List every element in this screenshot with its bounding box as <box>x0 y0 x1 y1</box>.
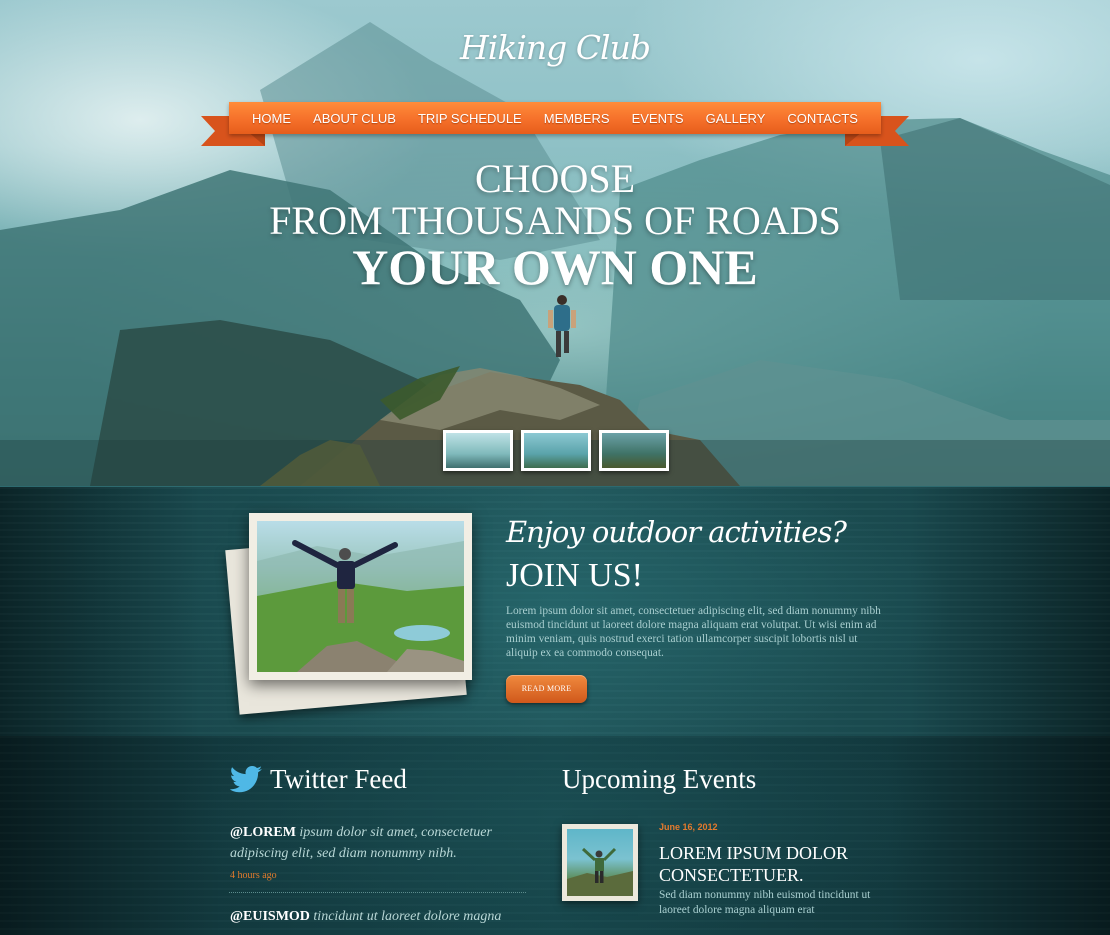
read-more-button[interactable]: READ MORE <box>506 675 587 703</box>
join-description: Lorem ipsum dolor sit amet, consectetuer… <box>506 605 881 659</box>
slider-thumbnails <box>443 430 669 471</box>
nav-item-events[interactable]: EVENTS <box>632 111 684 126</box>
upcoming-events-heading: Upcoming Events <box>562 764 757 794</box>
event-date: June 16, 2012 <box>659 822 718 832</box>
nav-item-about-club[interactable]: ABOUT CLUB <box>313 111 396 126</box>
nav-item-contacts[interactable]: CONTACTS <box>787 111 858 126</box>
join-tagline: Enjoy outdoor activities? <box>506 515 847 549</box>
tweet-1: @LOREM ipsum dolor sit amet, consectetue… <box>230 822 520 864</box>
join-title: JOIN US! <box>506 557 643 594</box>
hiker-on-summit-image <box>257 521 464 672</box>
nav-item-gallery[interactable]: GALLERY <box>706 111 766 126</box>
hero-headline-line-1: CHOOSE <box>474 156 636 201</box>
event-hiker-image <box>567 829 633 896</box>
twitter-feed-heading: Twitter Feed <box>270 764 407 794</box>
slider-thumbnail-3[interactable] <box>599 430 669 471</box>
tweet-divider <box>229 892 526 893</box>
tweet-1-handle[interactable]: @LOREM <box>230 825 296 840</box>
nav-item-home[interactable]: HOME <box>252 111 291 126</box>
slider-thumbnail-1[interactable] <box>443 430 513 471</box>
hero-headline-line-3: YOUR OWN ONE <box>352 239 758 295</box>
tweet-2: @EUISMOD tincidunt ut laoreet dolore mag… <box>230 906 520 927</box>
event-description: Sed diam nonummy nibh euismod tincidunt … <box>659 889 871 916</box>
tweet-2-text: tincidunt ut laoreet dolore magna <box>313 909 502 924</box>
slider-thumbnail-2[interactable] <box>521 430 591 471</box>
tweet-1-time: 4 hours ago <box>230 870 277 881</box>
nav-item-trip-schedule[interactable]: TRIP SCHEDULE <box>418 111 522 126</box>
nav-item-members[interactable]: MEMBERS <box>544 111 610 126</box>
event-title[interactable]: LOREM IPSUM DOLOR CONSECTETUER. <box>659 842 889 886</box>
event-photo-frame[interactable] <box>562 824 638 901</box>
twitter-bird-icon <box>229 766 262 793</box>
bottom-section <box>0 736 1110 935</box>
tweet-2-handle[interactable]: @EUISMOD <box>230 909 310 924</box>
main-navigation: HOME ABOUT CLUB TRIP SCHEDULE MEMBERS EV… <box>229 102 881 134</box>
hero-headline-line-2: FROM THOUSANDS OF ROADS <box>269 198 841 243</box>
site-logo[interactable]: Hiking Club <box>0 28 1110 67</box>
join-photo-frame <box>249 513 472 680</box>
